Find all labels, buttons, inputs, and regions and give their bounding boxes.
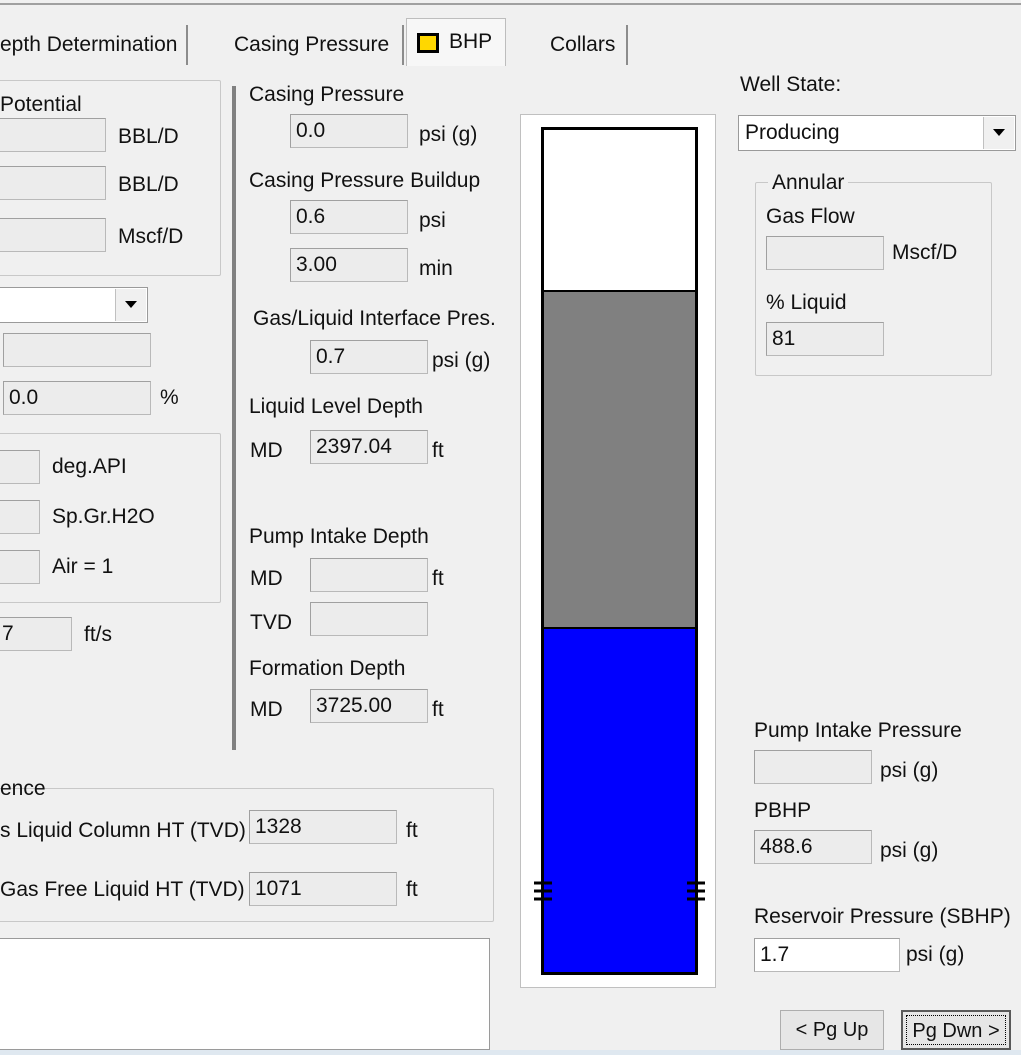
well-state-dropdown[interactable]: Producing bbox=[738, 115, 1016, 151]
api-unit: deg.API bbox=[52, 455, 127, 478]
air-field[interactable] bbox=[0, 550, 40, 584]
well-liquid-section bbox=[544, 627, 695, 972]
gas-free-liquid-ht-unit: ft bbox=[406, 878, 418, 901]
casing-buildup-field[interactable] bbox=[290, 200, 408, 234]
casing-buildup-unit: psi bbox=[419, 209, 446, 232]
formation-depth-title: Formation Depth bbox=[249, 657, 406, 680]
left-percent-field[interactable] bbox=[3, 381, 151, 415]
api-field[interactable] bbox=[0, 450, 40, 484]
spgr-unit: Sp.Gr.H2O bbox=[52, 505, 155, 528]
bhp-status-icon bbox=[417, 33, 439, 53]
pump-intake-depth-title: Pump Intake Depth bbox=[249, 525, 429, 548]
perforation-right-icon bbox=[687, 881, 705, 901]
well-state-label: Well State: bbox=[740, 73, 842, 96]
potential-unit-1: BBL/D bbox=[118, 125, 179, 148]
liquid-level-title: Liquid Level Depth bbox=[249, 395, 423, 418]
pump-intake-tvd-label: TVD bbox=[250, 611, 292, 634]
tab-collars[interactable]: Collars bbox=[538, 25, 628, 65]
velocity-field[interactable] bbox=[0, 617, 72, 651]
velocity-unit: ft/s bbox=[84, 623, 113, 646]
buildup-time-unit: min bbox=[419, 257, 453, 280]
liquid-level-unit: ft bbox=[432, 439, 444, 462]
interface-pressure-field[interactable] bbox=[310, 340, 428, 374]
sbhp-label: Reservoir Pressure (SBHP) bbox=[754, 905, 1011, 928]
potential-field-3[interactable] bbox=[0, 218, 106, 252]
well-diagram-frame bbox=[520, 114, 716, 988]
comments-textarea[interactable] bbox=[0, 938, 490, 1050]
pump-intake-pressure-label: Pump Intake Pressure bbox=[754, 719, 962, 742]
pbhp-label: PBHP bbox=[754, 799, 812, 822]
pump-intake-pressure-unit: psi (g) bbox=[880, 759, 939, 782]
tab-strip: epth Determination Casing Pressure BHP C… bbox=[0, 0, 1021, 66]
tab-bhp[interactable]: BHP bbox=[406, 18, 506, 66]
buildup-time-field[interactable] bbox=[290, 248, 408, 282]
left-dropdown[interactable] bbox=[0, 287, 148, 323]
tab-depth-determination[interactable]: epth Determination bbox=[0, 25, 188, 65]
well-gas-section bbox=[544, 290, 695, 627]
chevron-down-icon[interactable] bbox=[983, 117, 1014, 149]
gas-free-liquid-ht-label: Gas Free Liquid HT (TVD) bbox=[0, 878, 245, 901]
well-state-value: Producing bbox=[745, 121, 840, 144]
liquid-column-ht-label: s Liquid Column HT (TVD) bbox=[0, 819, 246, 842]
air-unit: Air = 1 bbox=[52, 555, 114, 578]
gas-flow-label: Gas Flow bbox=[766, 205, 855, 228]
chevron-down-icon[interactable] bbox=[115, 289, 146, 321]
page-down-button[interactable]: Pg Dwn > bbox=[901, 1010, 1011, 1050]
casing-pressure-field[interactable] bbox=[290, 114, 408, 148]
pct-liquid-label: % Liquid bbox=[766, 291, 847, 314]
gas-flow-field[interactable] bbox=[766, 236, 884, 270]
bottom-edge bbox=[0, 1050, 1021, 1055]
pct-liquid-field[interactable] bbox=[766, 322, 884, 356]
tab-casing-pressure[interactable]: Casing Pressure bbox=[222, 25, 404, 65]
casing-buildup-title: Casing Pressure Buildup bbox=[249, 169, 481, 192]
formation-md-unit: ft bbox=[432, 698, 444, 721]
liquid-level-md-field[interactable] bbox=[310, 430, 428, 464]
pump-intake-md-unit: ft bbox=[432, 567, 444, 590]
interface-pressure-unit: psi (g) bbox=[432, 349, 491, 372]
formation-md-label: MD bbox=[250, 698, 283, 721]
perforation-left-icon bbox=[534, 881, 552, 901]
liquid-column-ht-field[interactable] bbox=[249, 810, 397, 844]
pbhp-field[interactable] bbox=[754, 830, 872, 864]
gas-free-liquid-ht-field[interactable] bbox=[249, 872, 397, 906]
potential-unit-2: BBL/D bbox=[118, 173, 179, 196]
reference-legend: ence bbox=[0, 777, 46, 800]
left-field-blank[interactable] bbox=[3, 333, 151, 367]
casing-pressure-unit: psi (g) bbox=[419, 123, 478, 146]
page-up-button[interactable]: < Pg Up bbox=[780, 1010, 884, 1050]
vertical-separator bbox=[232, 86, 236, 750]
sbhp-unit: psi (g) bbox=[906, 943, 965, 966]
tab-bhp-label: BHP bbox=[449, 30, 493, 53]
sbhp-input[interactable] bbox=[754, 938, 900, 972]
pump-intake-md-label: MD bbox=[250, 567, 283, 590]
casing-pressure-title: Casing Pressure bbox=[249, 83, 405, 106]
interface-pressure-title: Gas/Liquid Interface Pres. bbox=[253, 307, 496, 330]
spgr-field[interactable] bbox=[0, 500, 40, 534]
formation-md-field[interactable] bbox=[310, 689, 428, 723]
annular-legend: Annular bbox=[768, 172, 849, 194]
potential-field-2[interactable] bbox=[0, 166, 106, 200]
gas-flow-unit: Mscf/D bbox=[892, 241, 958, 264]
pump-intake-md-field[interactable] bbox=[310, 558, 428, 592]
pump-intake-tvd-field[interactable] bbox=[310, 602, 428, 636]
pump-intake-pressure-field[interactable] bbox=[754, 750, 872, 784]
left-percent-unit: % bbox=[160, 386, 179, 409]
potential-legend: Potential bbox=[0, 93, 82, 116]
potential-field-1[interactable] bbox=[0, 118, 106, 152]
well-top-section bbox=[544, 130, 695, 290]
pbhp-unit: psi (g) bbox=[880, 839, 939, 862]
well-column bbox=[541, 127, 698, 975]
liquid-column-ht-unit: ft bbox=[406, 819, 418, 842]
potential-unit-3: Mscf/D bbox=[118, 225, 184, 248]
liquid-level-md-label: MD bbox=[250, 439, 283, 462]
